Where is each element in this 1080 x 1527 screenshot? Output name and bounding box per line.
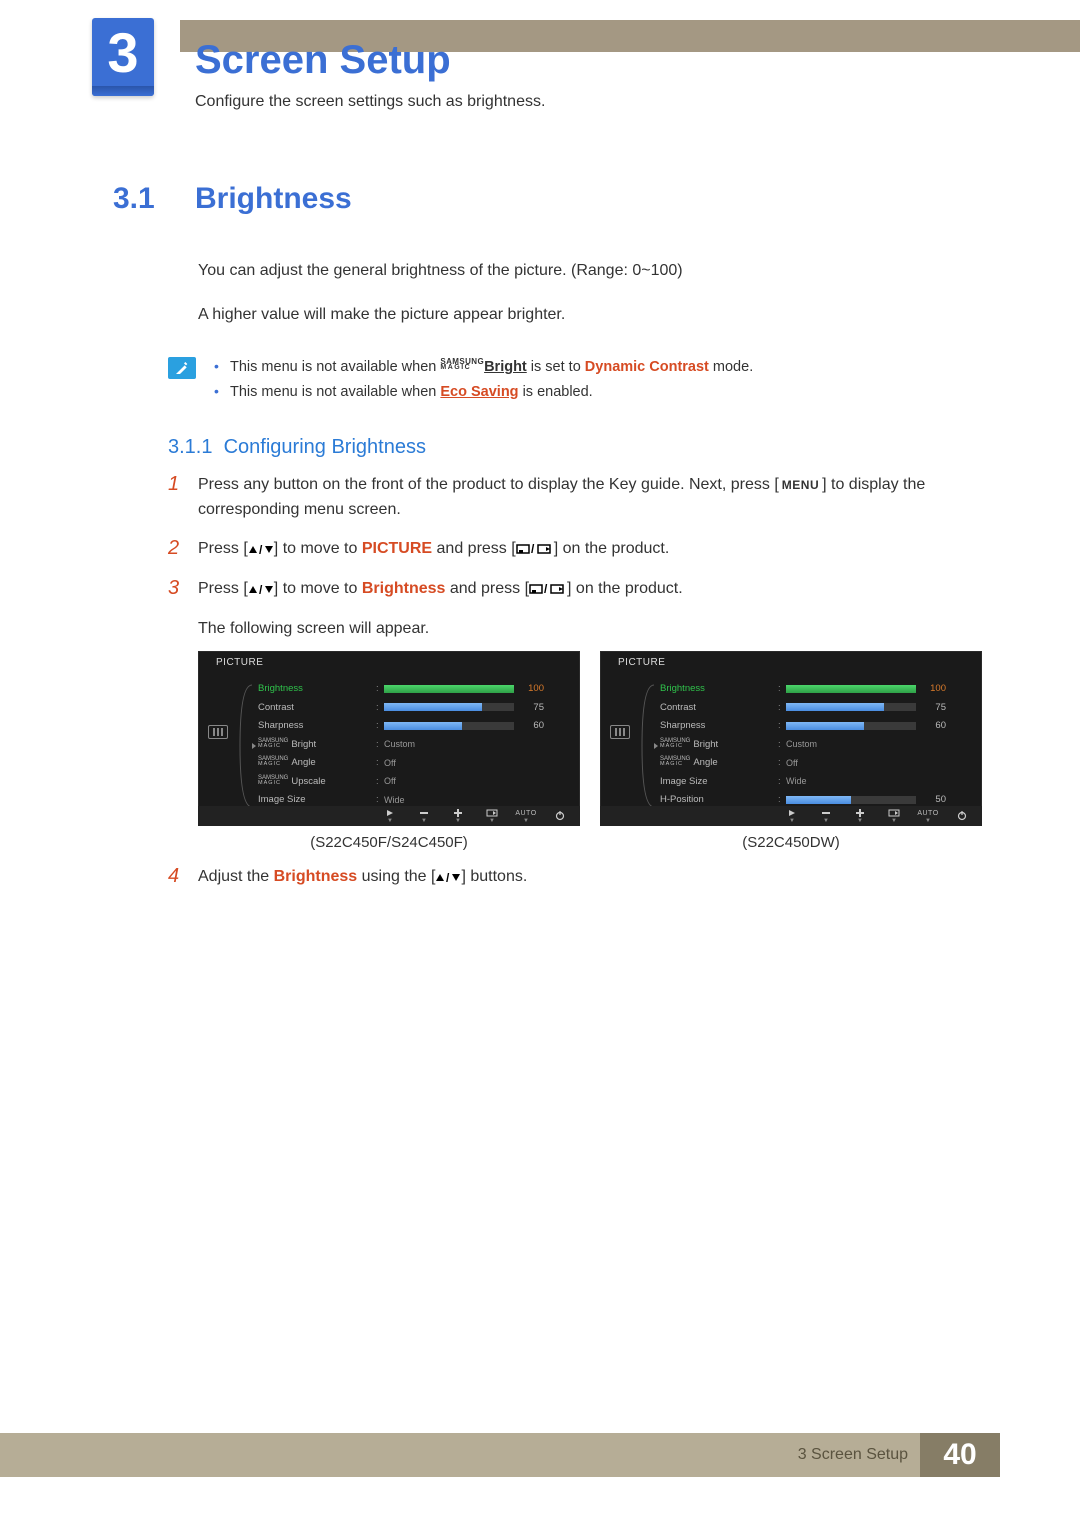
section-heading: 3.1 Brightness xyxy=(113,182,1000,216)
osd-item: SAMSUNGMAGICBright:Custom xyxy=(258,735,562,754)
svg-text:/: / xyxy=(259,544,263,556)
chapter-description: Configure the screen settings such as br… xyxy=(195,93,545,111)
osd-item: Brightness:100 xyxy=(660,679,964,698)
note-block: This menu is not available when SAMSUNGM… xyxy=(168,355,1000,404)
osd-category-icon xyxy=(198,673,238,806)
osd-item: SAMSUNGMAGICBright:Custom xyxy=(660,735,964,754)
chapter-title: Screen Setup xyxy=(195,38,451,83)
step-1: 1 Press any button on the front of the p… xyxy=(168,473,1000,523)
osd-item: Sharpness:60 xyxy=(258,716,562,735)
section-number: 3.1 xyxy=(113,182,195,216)
osd-item: Brightness:100 xyxy=(258,679,562,698)
step-4: 4 Adjust the Brightness using the [/] bu… xyxy=(168,865,1000,891)
osd-item: Image Size:Wide xyxy=(660,772,964,791)
osd-caption-right: (S22C450DW) xyxy=(600,834,982,851)
note-icon xyxy=(168,357,196,379)
subsection-title: Configuring Brightness xyxy=(224,436,426,458)
osd-title: PICTURE xyxy=(618,657,665,668)
osd-caption-left: (S22C450F/S24C450F) xyxy=(198,834,580,851)
osd-title: PICTURE xyxy=(216,657,263,668)
chapter-header: 3 Screen Setup Configure the screen sett… xyxy=(0,0,1080,120)
enter-source-icon: / xyxy=(529,580,567,597)
page-footer: 3 Screen Setup 40 xyxy=(0,1433,1080,1477)
svg-text:/: / xyxy=(531,543,535,555)
osd-item: SAMSUNGMAGICAngle:Off xyxy=(660,753,964,772)
step-number: 4 xyxy=(168,865,198,891)
note-item-1: This menu is not available when SAMSUNGM… xyxy=(208,355,753,380)
up-down-icon: / xyxy=(435,866,461,891)
subsection-heading: 3.1.1 Configuring Brightness xyxy=(168,436,1000,459)
osd-category-icon xyxy=(600,673,640,806)
svg-text:/: / xyxy=(259,584,263,596)
svg-text:/: / xyxy=(544,583,548,595)
section-title: Brightness xyxy=(195,182,352,216)
osd-item: Sharpness:60 xyxy=(660,716,964,735)
up-down-icon: / xyxy=(248,578,274,603)
step-number: 1 xyxy=(168,473,198,523)
page: 3 Screen Setup Configure the screen sett… xyxy=(0,0,1080,1527)
svg-text:/: / xyxy=(446,872,450,884)
osd-item: SAMSUNGMAGICAngle:Off xyxy=(258,753,562,772)
step-number: 2 xyxy=(168,537,198,563)
section-paragraph-2: A higher value will make the picture app… xyxy=(198,302,1000,328)
osd-left: PICTURE Brightness:100Contrast:75Sharpne… xyxy=(198,651,580,826)
note-item-2: This menu is not available when Eco Savi… xyxy=(208,380,753,405)
footer-chapter-label: 3 Screen Setup xyxy=(798,1433,908,1477)
osd-right: PICTURE Brightness:100Contrast:75Sharpne… xyxy=(600,651,982,826)
osd-item: SAMSUNGMAGICUpscale:Off xyxy=(258,772,562,791)
step-2: 2 Press [/] to move to PICTURE and press… xyxy=(168,537,1000,563)
subsection-number: 3.1.1 xyxy=(168,436,212,458)
enter-source-icon: / xyxy=(516,540,554,557)
osd-item: Contrast:75 xyxy=(258,698,562,717)
step-3: 3 Press [/] to move to Brightness and pr… xyxy=(168,577,1000,642)
osd-footer: ▼ ▼ ▼ ▼ AUTO▼ xyxy=(600,806,982,826)
up-down-icon: / xyxy=(248,538,274,563)
chapter-number: 3 xyxy=(92,18,154,88)
page-number-box: 40 xyxy=(920,1433,1000,1477)
step-number: 3 xyxy=(168,577,198,642)
osd-item: Contrast:75 xyxy=(660,698,964,717)
osd-footer: ▼ ▼ ▼ ▼ AUTO▼ xyxy=(198,806,580,826)
page-number: 40 xyxy=(943,1438,976,1472)
section-paragraph-1: You can adjust the general brightness of… xyxy=(198,258,1000,284)
osd-screenshots: PICTURE Brightness:100Contrast:75Sharpne… xyxy=(198,651,1000,851)
chapter-number-badge: 3 xyxy=(92,18,154,96)
